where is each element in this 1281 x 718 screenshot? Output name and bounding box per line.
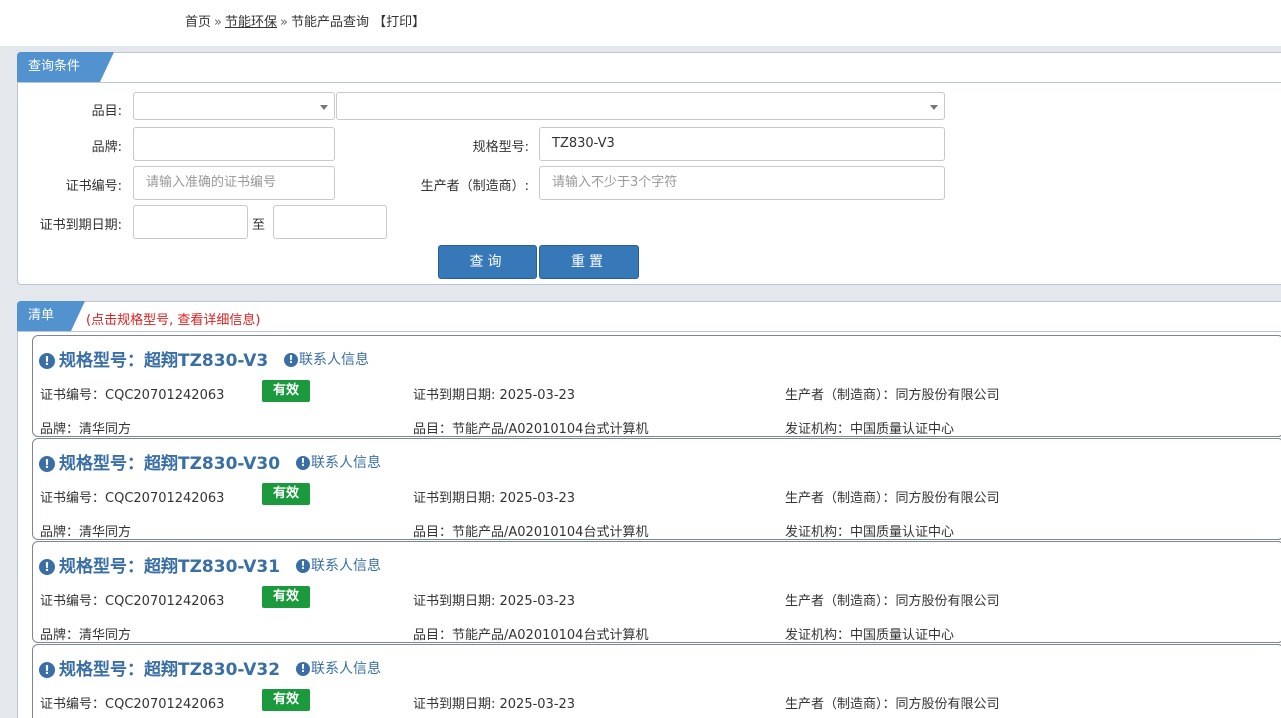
exclamation-circle-icon: ! — [39, 456, 55, 472]
issuer-field: 发证机构：中国质量认证中心 — [785, 628, 955, 643]
model-title-link[interactable]: ! 规格型号：超翔TZ830-V30 — [39, 449, 280, 474]
expiry-field: 证书到期日期: 2025-03-23 — [413, 594, 576, 609]
cert-no-field: 证书编号：CQC20701242063 — [40, 594, 225, 609]
search-button[interactable]: 查询 — [438, 245, 537, 279]
cert-no-input[interactable]: 请输入准确的证书编号 — [133, 166, 335, 200]
breadcrumb-separator: » — [280, 15, 288, 30]
list-hint: (点击规格型号, 查看详细信息) — [86, 313, 261, 328]
status-badge: 有效 — [262, 689, 310, 711]
reset-button[interactable]: 重置 — [539, 245, 639, 279]
expiry-label: 证书到期日期: — [39, 218, 122, 233]
cert-no-field: 证书编号：CQC20701242063 — [40, 491, 225, 506]
status-badge: 有效 — [262, 380, 310, 402]
brand-field: 品牌：清华同方 — [40, 525, 132, 540]
chevron-down-icon — [930, 105, 938, 110]
contact-info-link[interactable]: ! 联系人信息 — [296, 555, 381, 575]
result-list-panel: 清单 (点击规格型号, 查看详细信息) ! 规格型号：超翔TZ830-V3 ! 联系… — [17, 301, 1281, 718]
list-panel-title: 清单 — [28, 308, 55, 323]
result-card: ! 规格型号：超翔TZ830-V31 ! 联系人信息 证书编号：CQC2070124… — [32, 541, 1281, 643]
breadcrumb-home[interactable]: 首页 — [185, 15, 211, 30]
model-title: 规格型号：超翔TZ830-V3 — [59, 351, 269, 371]
issuer-field: 发证机构：中国质量认证中心 — [785, 422, 955, 437]
contact-info-label: 联系人信息 — [311, 455, 381, 471]
breadcrumb-separator: » — [214, 15, 222, 30]
model-label: 规格型号: — [472, 140, 529, 155]
model-title: 规格型号：超翔TZ830-V32 — [59, 660, 281, 680]
category-field: 品目：节能产品/A02010104台式计算机 — [413, 525, 649, 540]
breadcrumb-section-link[interactable]: 节能环保 — [225, 15, 277, 30]
brand-field: 品牌：清华同方 — [40, 422, 132, 437]
breadcrumb: 首页» 节能环保» 节能产品查询 【打印】 — [185, 11, 425, 30]
exclamation-circle-icon: ! — [284, 353, 298, 367]
maker-label: 生产者（制造商）: — [420, 179, 529, 194]
expiry-from-input[interactable] — [133, 205, 248, 239]
maker-input[interactable]: 请输入不少于3个字符 — [539, 166, 945, 200]
expiry-field: 证书到期日期: 2025-03-23 — [413, 388, 576, 403]
brand-input[interactable] — [133, 127, 335, 161]
exclamation-circle-icon: ! — [39, 662, 55, 678]
maker-field: 生产者（制造商）：同方股份有限公司 — [785, 697, 1000, 712]
category-label: 品目: — [91, 104, 122, 119]
expiry-field: 证书到期日期: 2025-03-23 — [413, 491, 576, 506]
model-title-link[interactable]: ! 规格型号：超翔TZ830-V32 — [39, 655, 280, 680]
expiry-field: 证书到期日期: 2025-03-23 — [413, 697, 576, 712]
maker-field: 生产者（制造商）：同方股份有限公司 — [785, 594, 1000, 609]
cert-no-field: 证书编号：CQC20701242063 — [40, 388, 225, 403]
category-field: 品目：节能产品/A02010104台式计算机 — [413, 628, 649, 643]
category-select[interactable] — [133, 92, 335, 120]
contact-info-label: 联系人信息 — [299, 352, 369, 368]
maker-field: 生产者（制造商）：同方股份有限公司 — [785, 388, 1000, 403]
result-card: ! 规格型号：超翔TZ830-V30 ! 联系人信息 证书编号：CQC2070124… — [32, 438, 1281, 540]
issuer-field: 发证机构：中国质量认证中心 — [785, 525, 955, 540]
status-badge: 有效 — [262, 483, 310, 505]
expiry-to-label: 至 — [252, 218, 266, 233]
chevron-down-icon — [320, 105, 328, 110]
contact-info-link[interactable]: ! 联系人信息 — [284, 349, 369, 369]
contact-info-label: 联系人信息 — [311, 558, 381, 574]
contact-info-label: 联系人信息 — [311, 661, 381, 677]
panel-divider — [18, 331, 1281, 332]
model-title-link[interactable]: ! 规格型号：超翔TZ830-V3 — [39, 346, 268, 371]
query-panel-tab: 查询条件 — [17, 52, 114, 82]
model-input[interactable]: TZ830-V3 — [539, 127, 945, 161]
cert-no-field: 证书编号：CQC20701242063 — [40, 697, 225, 712]
exclamation-circle-icon: ! — [39, 353, 55, 369]
list-panel-tab: 清单 — [17, 301, 85, 331]
cert-no-label: 证书编号: — [65, 179, 122, 194]
category-field: 品目：节能产品/A02010104台式计算机 — [413, 422, 649, 437]
brand-label: 品牌: — [91, 140, 122, 155]
print-link[interactable]: 【打印】 — [373, 15, 425, 30]
exclamation-circle-icon: ! — [296, 559, 310, 573]
result-card: ! 规格型号：超翔TZ830-V3 ! 联系人信息 证书编号：CQC20701242… — [32, 335, 1281, 437]
contact-info-link[interactable]: ! 联系人信息 — [296, 452, 381, 472]
query-panel: 查询条件 品目: 品牌: 规格型号: TZ830-V3 证书编号: 请输入准确的… — [17, 52, 1281, 285]
contact-info-link[interactable]: ! 联系人信息 — [296, 658, 381, 678]
expiry-to-input[interactable] — [273, 205, 387, 239]
top-bar: 首页» 节能环保» 节能产品查询 【打印】 — [0, 0, 1281, 46]
query-panel-title: 查询条件 — [28, 59, 81, 74]
status-badge: 有效 — [262, 586, 310, 608]
exclamation-circle-icon: ! — [296, 456, 310, 470]
subcategory-select[interactable] — [336, 92, 945, 120]
exclamation-circle-icon: ! — [296, 662, 310, 676]
model-title: 规格型号：超翔TZ830-V31 — [59, 557, 281, 577]
panel-divider — [18, 82, 1281, 83]
model-title-link[interactable]: ! 规格型号：超翔TZ830-V31 — [39, 552, 280, 577]
exclamation-circle-icon: ! — [39, 559, 55, 575]
brand-field: 品牌：清华同方 — [40, 628, 132, 643]
breadcrumb-current: 节能产品查询 — [290, 15, 369, 30]
model-title: 规格型号：超翔TZ830-V30 — [59, 454, 281, 474]
result-card: ! 规格型号：超翔TZ830-V32 ! 联系人信息 证书编号：CQC2070124… — [32, 644, 1281, 718]
maker-field: 生产者（制造商）：同方股份有限公司 — [785, 491, 1000, 506]
